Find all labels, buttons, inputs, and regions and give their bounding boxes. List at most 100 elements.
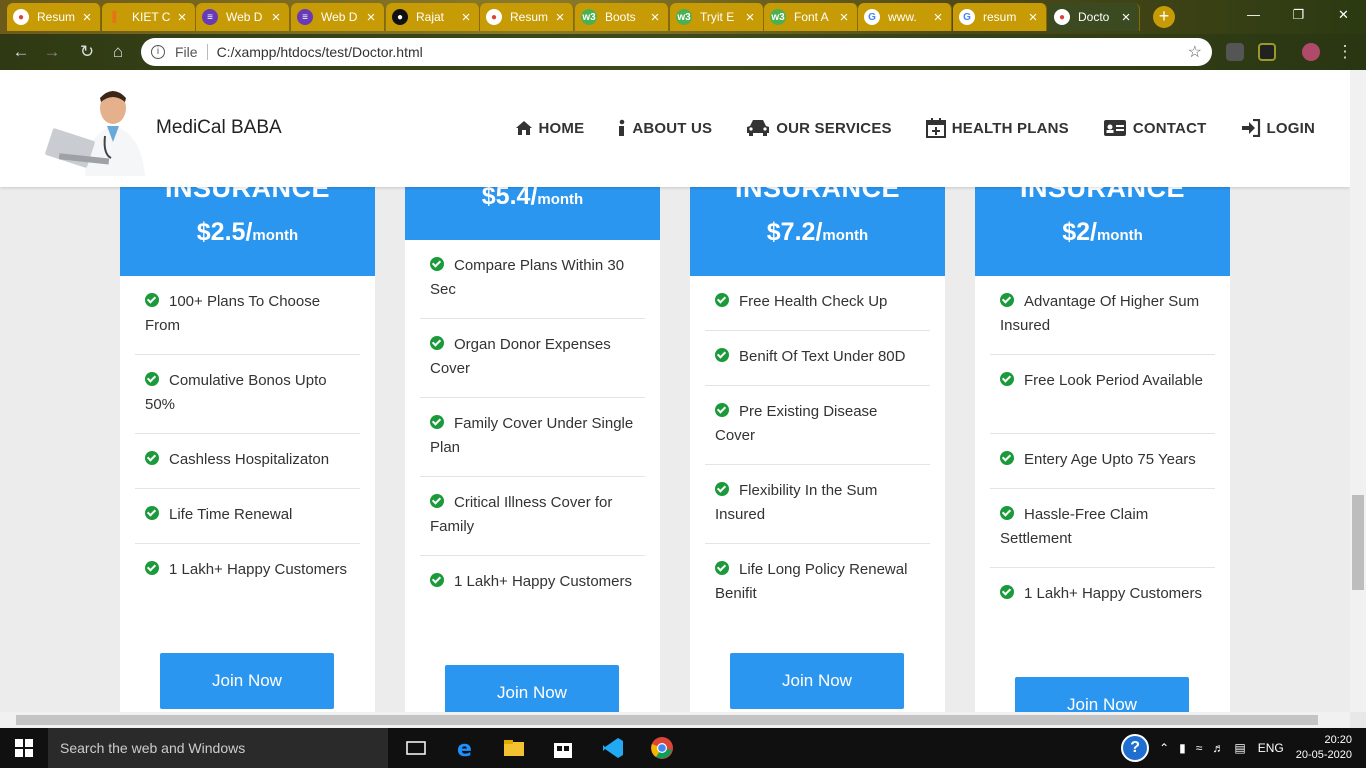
help-icon[interactable]: ?: [1121, 734, 1150, 762]
home-icon: [515, 120, 539, 136]
nav-our-services[interactable]: OUR SERVICES: [746, 118, 892, 138]
nav-login[interactable]: LOGIN: [1241, 118, 1316, 138]
address-bar[interactable]: i File C:/xampp/htdocs/test/Doctor.html …: [141, 38, 1212, 66]
browser-tab-label: Boots: [605, 10, 636, 24]
check-circle-icon: [715, 293, 729, 307]
taskbar-clock[interactable]: 20:20 20-05-2020: [1296, 733, 1352, 763]
browser-tab[interactable]: w3 Font A ×: [764, 3, 858, 31]
browser-tab[interactable]: ● Resum ×: [480, 3, 574, 31]
new-tab-button[interactable]: +: [1153, 6, 1175, 28]
join-now-button[interactable]: Join Now: [445, 665, 619, 712]
close-tab-icon[interactable]: ×: [1026, 9, 1040, 26]
site-brand[interactable]: MediCal BABA: [156, 117, 282, 139]
plan-price: $2.5/month: [120, 218, 375, 247]
horizontal-scrollbar[interactable]: [0, 712, 1350, 728]
camera-extension-icon[interactable]: [1226, 43, 1244, 61]
wifi-icon[interactable]: ≈: [1196, 741, 1203, 755]
close-tab-icon[interactable]: ×: [931, 9, 945, 26]
bookmark-star-icon[interactable]: ☆: [1188, 42, 1202, 62]
url-text[interactable]: C:/xampp/htdocs/test/Doctor.html: [217, 44, 423, 60]
back-arrow-icon[interactable]: ←: [10, 41, 32, 63]
browser-tab[interactable]: ● Docto ×: [1048, 3, 1140, 31]
form-icon: ≡: [202, 9, 218, 25]
plan-feature: Life Long Policy Renewal Benifit: [705, 544, 930, 623]
close-tab-icon[interactable]: ×: [364, 9, 378, 26]
close-tab-icon[interactable]: ×: [80, 9, 94, 26]
check-circle-icon: [430, 336, 444, 350]
w3-icon: w3: [581, 9, 597, 25]
language-indicator[interactable]: ENG: [1258, 741, 1284, 755]
minimize-button[interactable]: —: [1231, 0, 1276, 30]
windows-start-icon[interactable]: [15, 739, 33, 757]
check-circle-icon: [1000, 585, 1014, 599]
browser-tab[interactable]: w3 Boots ×: [575, 3, 669, 31]
chrome-icon[interactable]: [650, 736, 674, 760]
close-tab-icon[interactable]: ×: [269, 9, 283, 26]
plan-feature: Life Time Renewal: [135, 489, 360, 544]
close-tab-icon[interactable]: ×: [553, 9, 567, 26]
menu-dots-icon[interactable]: ⋮: [1334, 41, 1356, 63]
restore-button[interactable]: ❐: [1276, 0, 1321, 30]
edge-browser-icon[interactable]: e: [454, 736, 478, 762]
join-now-button[interactable]: Join Now: [1015, 677, 1189, 712]
action-center-icon[interactable]: ▤: [1234, 741, 1245, 755]
task-view-icon[interactable]: [404, 736, 428, 760]
browser-tab-label: Resum: [37, 10, 76, 24]
home-icon[interactable]: ⌂: [107, 41, 129, 63]
browser-tab[interactable]: w3 Tryit E ×: [670, 3, 764, 31]
browser-tab[interactable]: ▌ KIET C ×: [102, 3, 196, 31]
pricing-card-header: INSURANCE $7.2/month: [690, 187, 945, 276]
extension-icon[interactable]: [1258, 43, 1276, 61]
store-icon[interactable]: [551, 736, 575, 760]
plan-feature-list: 100+ Plans To Choose From Comulative Bono…: [120, 276, 375, 623]
nav-contact[interactable]: CONTACT: [1103, 118, 1207, 138]
browser-tab[interactable]: ≡ Web D ×: [196, 3, 290, 31]
profile-avatar[interactable]: [1302, 43, 1320, 61]
close-tab-icon[interactable]: ×: [459, 9, 473, 26]
windows-taskbar: Search the web and Windows e ? ⌃ ▮ ≈ ♬ ▤…: [0, 728, 1366, 768]
nav-label: OUR SERVICES: [776, 119, 892, 137]
close-window-button[interactable]: ✕: [1321, 0, 1366, 30]
info-icon[interactable]: i: [151, 45, 165, 59]
nav-home[interactable]: HOME: [515, 118, 585, 138]
plan-feature: Flexibility In the Sum Insured: [705, 465, 930, 544]
nav-health-plans[interactable]: HEALTH PLANS: [925, 118, 1069, 138]
plan-feature-text: Hassle-Free Claim Settlement: [1000, 506, 1149, 547]
browser-tab[interactable]: ● Rajat ×: [386, 3, 480, 31]
join-now-button[interactable]: Join Now: [160, 653, 334, 709]
close-tab-icon[interactable]: ×: [1119, 9, 1133, 26]
plan-feature-text: Critical Illness Cover for Family: [430, 494, 613, 535]
browser-tab[interactable]: Gwww. ×: [858, 3, 952, 31]
pricing-card-header: INSURANCE $2.5/month: [120, 187, 375, 276]
form-icon: ≡: [297, 9, 313, 25]
nav-about-us[interactable]: ABOUT US: [618, 118, 712, 138]
close-tab-icon[interactable]: ×: [175, 9, 189, 26]
show-hidden-icons-icon[interactable]: ⌃: [1159, 741, 1169, 755]
browser-tab[interactable]: ● Resum ×: [7, 3, 101, 31]
vscode-icon[interactable]: [601, 736, 625, 760]
reload-icon[interactable]: ↻: [76, 41, 98, 63]
file-explorer-icon[interactable]: [502, 736, 526, 760]
forward-arrow-icon[interactable]: →: [41, 41, 63, 63]
join-now-button[interactable]: Join Now: [730, 653, 904, 709]
battery-icon[interactable]: ▮: [1179, 741, 1186, 755]
browser-tab-label: Docto: [1078, 10, 1110, 24]
plan-price-value: $2.5/: [196, 218, 253, 246]
pricing-card-header: $5.4/month: [405, 187, 660, 240]
browser-tab-label: Web D: [226, 10, 263, 24]
plan-feature-text: Comulative Bonos Upto 50%: [145, 372, 327, 413]
check-circle-icon: [1000, 372, 1014, 386]
browser-tab-label: KIET C: [132, 10, 171, 24]
browser-tab[interactable]: ≡ Web D ×: [291, 3, 385, 31]
close-tab-icon[interactable]: ×: [837, 9, 851, 26]
vertical-scrollbar[interactable]: [1350, 70, 1366, 712]
close-tab-icon[interactable]: ×: [648, 9, 662, 26]
plan-price-unit: month: [252, 227, 299, 244]
plan-feature: 100+ Plans To Choose From: [135, 276, 360, 355]
vertical-scroll-thumb[interactable]: [1352, 495, 1364, 590]
taskbar-search-box[interactable]: Search the web and Windows: [48, 728, 388, 768]
browser-tab[interactable]: Gresum ×: [953, 3, 1047, 31]
horizontal-scroll-thumb[interactable]: [16, 715, 1318, 725]
close-tab-icon[interactable]: ×: [743, 9, 757, 26]
volume-icon[interactable]: ♬: [1212, 741, 1224, 755]
